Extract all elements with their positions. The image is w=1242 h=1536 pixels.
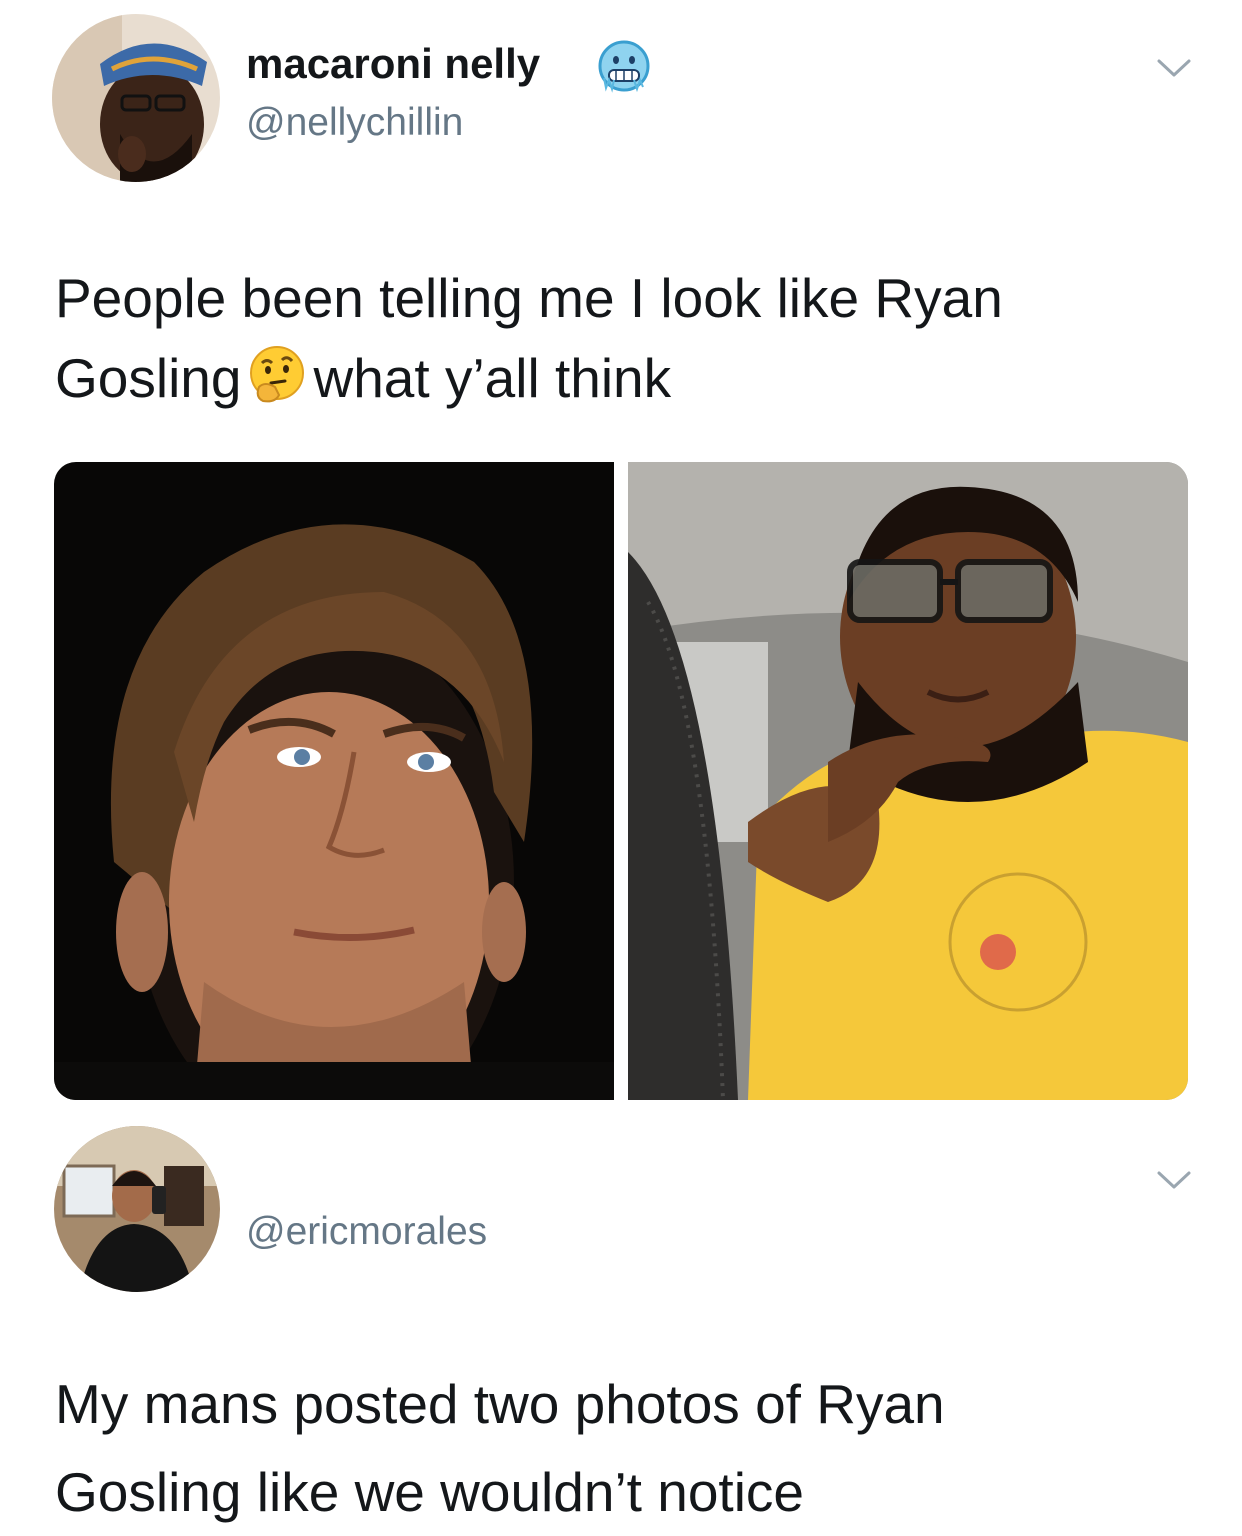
user-handle[interactable]: @nellychillin <box>246 100 463 146</box>
reply-chevron-down-icon[interactable] <box>1154 1166 1194 1194</box>
avatar-macaroni-nelly[interactable] <box>52 14 220 182</box>
reply-text-line-2: Gosling like we wouldn’t notice <box>55 1461 804 1523</box>
chevron-down-icon[interactable] <box>1154 54 1194 82</box>
thinking-face-icon <box>245 343 309 428</box>
reply-text: My mans posted two photos of Ryan Goslin… <box>55 1360 1195 1536</box>
tweet-text-line-2b: what y’all think <box>313 347 672 409</box>
tweet-text-line-2a: Gosling <box>55 347 242 409</box>
photo-man-car-selfie[interactable] <box>628 462 1188 1100</box>
cold-face-icon <box>596 38 652 94</box>
reply-user-handle[interactable]: @ericmorales <box>246 1209 487 1255</box>
display-name[interactable]: macaroni nelly <box>246 40 540 88</box>
tweet-text-line-1: People been telling me I look like Ryan <box>55 267 1003 329</box>
tweet-text: People been telling me I look like Ryan … <box>55 258 1195 428</box>
reply-text-line-1: My mans posted two photos of Ryan <box>55 1373 945 1435</box>
tweet-text-line-2: Gosling what y’all think <box>55 338 1195 428</box>
avatar-ericmorales[interactable] <box>54 1126 220 1292</box>
photo-man-dark-background[interactable] <box>54 462 614 1100</box>
